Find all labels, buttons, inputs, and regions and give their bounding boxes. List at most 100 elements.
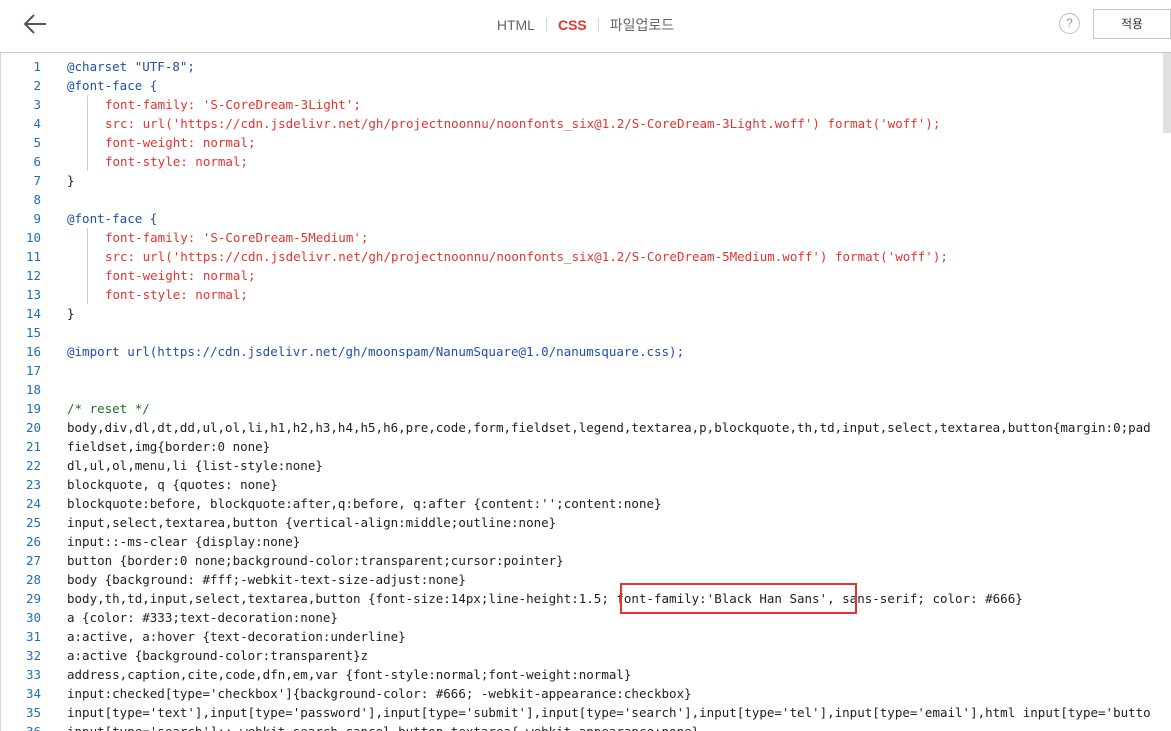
code-line: 7} xyxy=(1,171,1171,190)
line-number: 15 xyxy=(25,325,41,340)
code-line: 34 input:checked[type='checkbox']{backgro… xyxy=(1,684,1171,703)
code-line: 32 a:active {background-color:transparent… xyxy=(1,646,1171,665)
line-number: 16 xyxy=(25,344,41,359)
code-text: font-family: 'S-CoreDream-5Medium'; xyxy=(105,230,369,245)
line-number: 24 xyxy=(25,496,41,511)
tab-css[interactable]: CSS xyxy=(556,15,589,35)
line-number: 23 xyxy=(25,477,41,492)
editor-toolbar: HTML CSS 파일업로드 ? 적용 xyxy=(0,0,1171,53)
help-icon[interactable]: ? xyxy=(1059,13,1080,34)
indent-guide xyxy=(87,133,88,152)
code-text: body {background: #fff;-webkit-text-size… xyxy=(67,572,466,587)
code-text: } xyxy=(67,306,75,321)
code-line: 36 input[type='search']::-webkit-search-c… xyxy=(1,722,1171,731)
code-line: 35 input[type='text'],input[type='passwor… xyxy=(1,703,1171,722)
line-number: 20 xyxy=(25,420,41,435)
indent-guide xyxy=(87,266,88,285)
line-number: 3 xyxy=(33,97,41,112)
tab-separator xyxy=(545,18,547,32)
line-number: 6 xyxy=(33,154,41,169)
css-code-editor[interactable]: 1 @charset "UTF-8"; 2 @font-face { 3 font-f… xyxy=(0,53,1171,731)
code-text: a {color: #333;text-decoration:none} xyxy=(67,610,338,625)
code-text: input::-ms-clear {display:none} xyxy=(67,534,301,549)
code-text: button {border:0 none;background-color:t… xyxy=(67,553,564,568)
code-line: 30 a {color: #333;text-decoration:none} xyxy=(1,608,1171,627)
code-line: 21 fieldset,img{border:0 none} xyxy=(1,437,1171,456)
code-line: 24 blockquote:before, blockquote:after,q:… xyxy=(1,494,1171,513)
line-number: 32 xyxy=(25,648,41,663)
editor-tabs: HTML CSS 파일업로드 xyxy=(0,15,1171,35)
code-line: 4 src: url('https://cdn.jsdelivr.net/gh/p… xyxy=(1,114,1171,133)
code-text: input:checked[type='checkbox']{backgroun… xyxy=(67,686,692,701)
code-line: 6 font-style: normal; xyxy=(1,152,1171,171)
line-number: 28 xyxy=(25,572,41,587)
line-number: 11 xyxy=(25,249,41,264)
line-number: 7 xyxy=(33,173,41,188)
line-number: 14 xyxy=(25,306,41,321)
code-text: src: url('https://cdn.jsdelivr.net/gh/pr… xyxy=(105,249,948,264)
line-number: 27 xyxy=(25,553,41,568)
code-line: 13 font-style: normal; xyxy=(1,285,1171,304)
indent-guide xyxy=(87,228,88,247)
line-number: 10 xyxy=(25,230,41,245)
code-text: body,th,td,input,select,textarea,button … xyxy=(67,591,1023,606)
code-lines: 1 @charset "UTF-8"; 2 @font-face { 3 font-f… xyxy=(1,57,1171,731)
line-number: 35 xyxy=(25,705,41,720)
code-line: 28 body {background: #fff;-webkit-text-si… xyxy=(1,570,1171,589)
line-number: 17 xyxy=(25,363,41,378)
apply-button[interactable]: 적용 xyxy=(1093,9,1171,39)
line-number: 21 xyxy=(25,439,41,454)
code-line: 10 font-family: 'S-CoreDream-5Medium'; xyxy=(1,228,1171,247)
line-number: 26 xyxy=(25,534,41,549)
tab-html[interactable]: HTML xyxy=(495,15,537,35)
line-number: 19 xyxy=(25,401,41,416)
indent-guide xyxy=(87,114,88,133)
line-number: 9 xyxy=(33,211,41,226)
line-number: 4 xyxy=(33,116,41,131)
code-line: 19 /* reset */ xyxy=(1,399,1171,418)
code-line: 25 input,select,textarea,button {vertical… xyxy=(1,513,1171,532)
indent-guide xyxy=(87,95,88,114)
code-line: 18 xyxy=(1,380,1171,399)
code-text: blockquote:before, blockquote:after,q:be… xyxy=(67,496,662,511)
line-number: 12 xyxy=(25,268,41,283)
code-text: a:active {background-color:transparent}z xyxy=(67,648,369,663)
code-text: } xyxy=(67,173,75,188)
code-text: font-weight: normal; xyxy=(105,268,256,283)
line-number: 2 xyxy=(33,78,41,93)
code-line: 3 font-family: 'S-CoreDream-3Light'; xyxy=(1,95,1171,114)
line-number: 1 xyxy=(33,59,41,74)
code-line: 2 @font-face { xyxy=(1,76,1171,95)
code-line: 33 address,caption,cite,code,dfn,em,var {… xyxy=(1,665,1171,684)
tab-file-upload[interactable]: 파일업로드 xyxy=(608,15,676,35)
code-text: body,div,dl,dt,dd,ul,ol,li,h1,h2,h3,h4,h… xyxy=(67,420,1151,435)
line-number: 36 xyxy=(1,722,41,731)
code-line: 26 input::-ms-clear {display:none} xyxy=(1,532,1171,551)
code-line: 15 xyxy=(1,323,1171,342)
code-line: 20 body,div,dl,dt,dd,ul,ol,li,h1,h2,h3,h4… xyxy=(1,418,1171,437)
code-line: 17 xyxy=(1,361,1171,380)
code-line: 12 font-weight: normal; xyxy=(1,266,1171,285)
code-text: dl,ul,ol,menu,li {list-style:none} xyxy=(67,458,323,473)
code-line: 14} xyxy=(1,304,1171,323)
code-text: address,caption,cite,code,dfn,em,var {fo… xyxy=(67,667,632,682)
code-line: 22 dl,ul,ol,menu,li {list-style:none} xyxy=(1,456,1171,475)
line-number: 31 xyxy=(25,629,41,644)
code-text: font-style: normal; xyxy=(105,154,248,169)
line-number: 13 xyxy=(25,287,41,302)
indent-guide xyxy=(87,152,88,171)
code-text: font-family: 'S-CoreDream-3Light'; xyxy=(105,97,361,112)
code-line: 29 body,th,td,input,select,textarea,butto… xyxy=(1,583,1171,614)
code-line: 27 button {border:0 none;background-color… xyxy=(1,551,1171,570)
line-number: 5 xyxy=(33,135,41,150)
code-text: @charset "UTF-8"; xyxy=(67,59,195,74)
code-text: /* reset */ xyxy=(67,401,150,416)
code-text: @font-face { xyxy=(67,211,158,226)
line-number: 22 xyxy=(25,458,41,473)
code-line: 16 @import url(https://cdn.jsdelivr.net/g… xyxy=(1,342,1171,361)
code-line: 11 src: url('https://cdn.jsdelivr.net/gh/… xyxy=(1,247,1171,266)
indent-guide xyxy=(87,285,88,304)
code-line: 5 font-weight: normal; xyxy=(1,133,1171,152)
indent-guide xyxy=(87,247,88,266)
line-number: 34 xyxy=(25,686,41,701)
